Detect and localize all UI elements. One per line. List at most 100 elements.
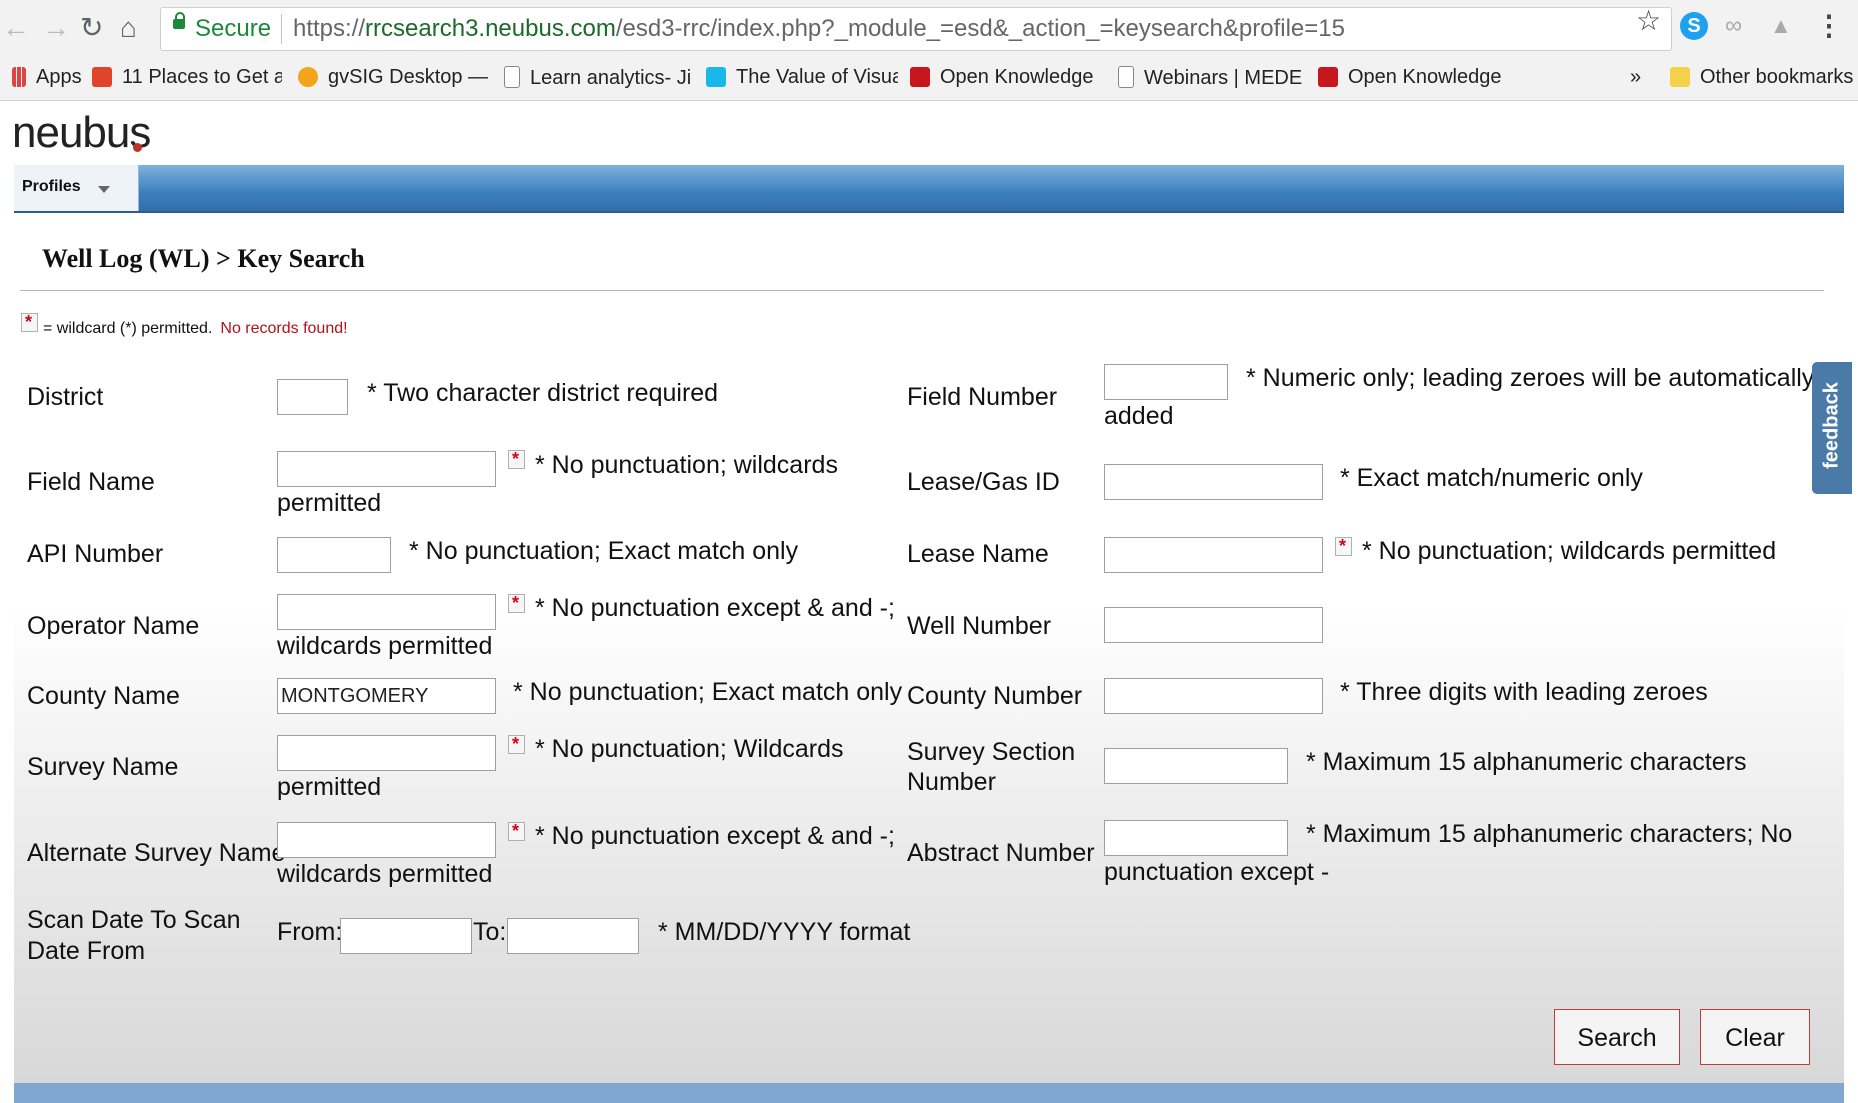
page-icon <box>1118 66 1134 88</box>
neubus-logo[interactable]: neubus <box>12 108 151 158</box>
field-name-note-cont: permitted <box>277 489 382 517</box>
well-number-input[interactable] <box>1104 607 1323 643</box>
district-input[interactable] <box>277 379 348 415</box>
address-bar[interactable]: Secure https://rrcsearch3.neubus.com/esd… <box>160 7 1672 51</box>
survey-name-note: * No punctuation; Wildcards <box>535 735 844 763</box>
field-number-input[interactable] <box>1104 364 1228 400</box>
bookmark-label: gvSIG Desktop — Asc <box>328 66 488 88</box>
url-text[interactable]: https://rrcsearch3.neubus.com/esd3-rrc/i… <box>293 15 1345 43</box>
operator-name-note: * No punctuation except & and -; <box>535 594 895 622</box>
api-number-note: * No punctuation; Exact match only <box>409 537 799 565</box>
well-number-label: Well Number <box>907 612 1052 640</box>
operator-name-label: Operator Name <box>27 612 200 640</box>
survey-name-input[interactable] <box>277 735 496 771</box>
survey-section-number-label-cont: Number <box>907 768 996 796</box>
apps-grid-icon <box>12 67 26 87</box>
bookmark-item[interactable]: Open Knowledge Cor <box>910 66 1100 89</box>
survey-section-number-label: Survey Section <box>907 738 1076 766</box>
wildcard-icon <box>1335 536 1352 557</box>
alternate-survey-name-input[interactable] <box>277 822 496 858</box>
bookmark-star-icon[interactable]: ☆ <box>1636 4 1661 37</box>
bookmark-item[interactable]: The Value of Visualiza <box>706 66 898 89</box>
browser-toolbar: ← → ↻ ⌂ Secure https://rrcsearch3.neubus… <box>0 0 1858 59</box>
logo-dot <box>133 143 142 152</box>
abstract-number-label: Abstract Number <box>907 839 1095 867</box>
url-prefix: https:// <box>293 15 366 42</box>
scan-date-from-input[interactable] <box>340 918 472 954</box>
bookmark-label: Learn analytics- Jigsa <box>530 67 692 89</box>
lock-icon <box>173 12 185 29</box>
lease-name-note: * No punctuation; wildcards permitted <box>1362 537 1777 565</box>
field-number-note-cont: added <box>1104 402 1174 430</box>
divider <box>20 290 1824 291</box>
status-message: No records found! <box>220 320 348 337</box>
page-icon <box>504 66 520 88</box>
page-title: Well Log (WL) > Key Search <box>42 244 365 273</box>
nav-bar <box>14 165 1844 213</box>
lease-gas-id-note: * Exact match/numeric only <box>1340 464 1643 492</box>
skype-extension-icon[interactable]: S <box>1680 12 1708 40</box>
county-number-label: County Number <box>907 682 1083 710</box>
infinity-extension-icon[interactable]: ∞ <box>1725 12 1753 40</box>
field-name-input[interactable] <box>277 451 496 487</box>
alternate-survey-name-note-cont: wildcards permitted <box>277 860 493 888</box>
county-number-note: * Three digits with leading zeroes <box>1340 678 1708 706</box>
bookmark-item[interactable]: 11 Places to Get a Fre <box>92 66 282 89</box>
survey-section-number-input[interactable] <box>1104 748 1288 784</box>
bookmark-item[interactable]: Webinars | MEDEAne <box>1118 66 1302 90</box>
alternate-survey-name-note: * No punctuation except & and -; <box>535 822 895 850</box>
search-button[interactable]: Search <box>1554 1009 1680 1065</box>
lease-gas-id-label: Lease/Gas ID <box>907 468 1060 496</box>
county-name-note: * No punctuation; Exact match only <box>513 678 903 706</box>
api-number-input[interactable] <box>277 537 391 573</box>
county-number-input[interactable] <box>1104 678 1323 714</box>
bookmark-item[interactable]: Open Knowledge Cor <box>1318 66 1508 89</box>
scan-date-label: Scan Date To Scan <box>27 906 241 934</box>
site-favicon-icon <box>910 67 930 87</box>
scan-date-to-input[interactable] <box>507 918 639 954</box>
bookmark-apps[interactable]: Apps <box>12 66 82 89</box>
browser-menu-icon[interactable]: ⋮ <box>1815 12 1843 40</box>
scan-date-to-label: To: <box>473 918 507 946</box>
secure-label: Secure <box>195 15 272 42</box>
forward-icon[interactable]: → <box>42 12 70 44</box>
reload-icon[interactable]: ↻ <box>80 12 103 44</box>
feedback-tab[interactable]: feedback <box>1812 362 1852 494</box>
url-path: /esd3-rrc/index.php?_module_=esd&_action… <box>615 15 1345 42</box>
wildcard-icon <box>508 821 525 842</box>
abstract-number-note-cont: punctuation except - <box>1104 858 1330 886</box>
abstract-number-input[interactable] <box>1104 820 1288 856</box>
site-favicon-icon <box>1318 67 1338 87</box>
operator-name-input[interactable] <box>277 594 496 630</box>
caret-down-icon <box>98 186 110 193</box>
lease-name-label: Lease Name <box>907 540 1049 568</box>
bookmark-item[interactable]: Learn analytics- Jigsa <box>504 66 692 90</box>
lease-gas-id-input[interactable] <box>1104 464 1323 500</box>
bookmarks-bar: Apps 11 Places to Get a Fre gvSIG Deskto… <box>0 58 1858 101</box>
clear-button[interactable]: Clear <box>1700 1009 1810 1065</box>
other-bookmarks-label: Other bookmarks <box>1700 66 1854 88</box>
home-icon[interactable]: ⌂ <box>120 12 137 44</box>
bookmark-label: 11 Places to Get a Fre <box>122 66 282 88</box>
bookmarks-overflow[interactable]: » <box>1630 66 1641 89</box>
bookmark-item[interactable]: gvSIG Desktop — Asc <box>298 66 488 89</box>
wildcard-legend: = wildcard (*) permitted. No records foun… <box>43 320 348 338</box>
legend-text: = wildcard (*) permitted. <box>43 320 213 337</box>
wildcard-icon <box>508 449 525 470</box>
bookmark-label: Webinars | MEDEAne <box>1144 67 1302 89</box>
lease-name-input[interactable] <box>1104 537 1323 573</box>
drive-extension-icon[interactable]: ▲ <box>1770 12 1798 40</box>
operator-name-note-cont: wildcards permitted <box>277 632 493 660</box>
wildcard-icon <box>508 593 525 614</box>
county-name-input[interactable] <box>277 678 496 714</box>
other-bookmarks[interactable]: Other bookmarks <box>1670 66 1853 89</box>
profiles-menu[interactable]: Profiles <box>14 165 139 211</box>
survey-name-note-cont: permitted <box>277 773 382 801</box>
bookmark-label: Apps <box>36 66 82 88</box>
back-icon[interactable]: ← <box>2 12 30 44</box>
county-name-label: County Name <box>27 682 180 710</box>
wildcard-icon <box>21 312 38 333</box>
footer-bar <box>14 1083 1844 1103</box>
feedback-label: feedback <box>1820 382 1843 469</box>
api-number-label: API Number <box>27 540 164 568</box>
